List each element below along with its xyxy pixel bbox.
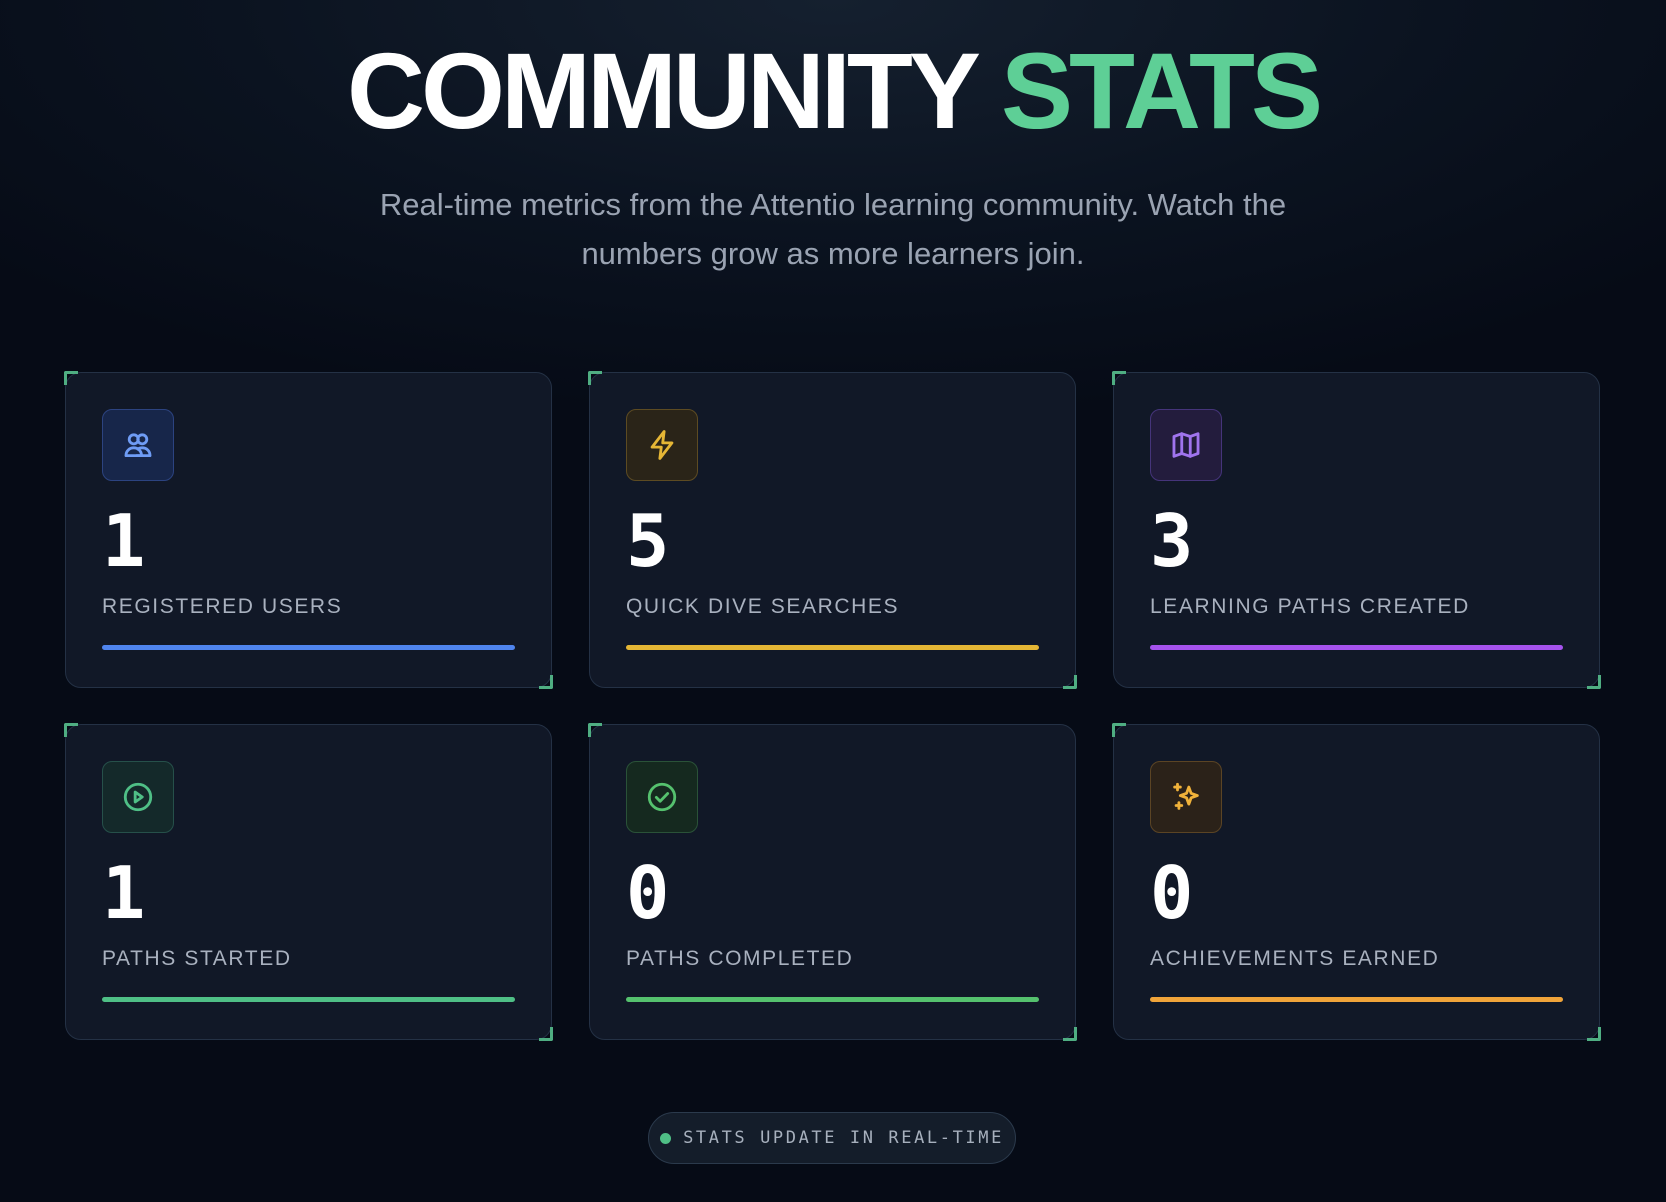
stat-value: 5 xyxy=(626,499,670,583)
stat-value: 1 xyxy=(102,851,146,935)
stat-value: 1 xyxy=(102,499,146,583)
card-corner-accent xyxy=(1587,1027,1601,1041)
stat-label: PATHS STARTED xyxy=(102,947,292,970)
stat-value: 0 xyxy=(626,851,670,935)
card-corner-accent xyxy=(64,723,78,737)
card-corner-accent xyxy=(1112,371,1126,385)
stat-accent-bar xyxy=(1150,997,1563,1002)
realtime-status-text: STATS UPDATE IN REAL-TIME xyxy=(683,1128,1004,1148)
title-stats: STATS xyxy=(1001,30,1323,151)
stat-label: REGISTERED USERS xyxy=(102,595,343,618)
card-corner-accent xyxy=(64,371,78,385)
card-corner-accent xyxy=(1063,1027,1077,1041)
page-title: COMMUNITY STATS xyxy=(0,26,1666,156)
stat-card-achievements-earned: 0 ACHIEVEMENTS EARNED xyxy=(1112,723,1601,1041)
card-corner-accent xyxy=(588,723,602,737)
card-corner-accent xyxy=(539,1027,553,1041)
stat-card-paths-completed: 0 PATHS COMPLETED xyxy=(588,723,1077,1041)
card-corner-accent xyxy=(1587,675,1601,689)
stat-card-paths-started: 1 PATHS STARTED xyxy=(64,723,553,1041)
stat-label: PATHS COMPLETED xyxy=(626,947,854,970)
play-circle-icon xyxy=(102,761,174,833)
users-icon xyxy=(102,409,174,481)
stat-accent-bar xyxy=(102,997,515,1002)
stat-accent-bar xyxy=(626,997,1039,1002)
lightning-icon xyxy=(626,409,698,481)
card-corner-accent xyxy=(588,371,602,385)
sparkles-icon xyxy=(1150,761,1222,833)
page-subtitle: Real-time metrics from the Attentio lear… xyxy=(379,187,1287,271)
stat-card-registered-users: 1 REGISTERED USERS xyxy=(64,371,553,689)
stat-value: 3 xyxy=(1150,499,1194,583)
stat-accent-bar xyxy=(1150,645,1563,650)
card-corner-accent xyxy=(1112,723,1126,737)
live-status-dot-icon xyxy=(660,1132,672,1144)
check-circle-icon xyxy=(626,761,698,833)
stat-card-quick-dive-searches: 5 QUICK DIVE SEARCHES xyxy=(588,371,1077,689)
stat-label: LEARNING PATHS CREATED xyxy=(1150,595,1470,618)
stat-value: 0 xyxy=(1150,851,1194,935)
stat-label: ACHIEVEMENTS EARNED xyxy=(1150,947,1440,970)
stat-accent-bar xyxy=(102,645,515,650)
card-corner-accent xyxy=(539,675,553,689)
map-icon xyxy=(1150,409,1222,481)
title-community: COMMUNITY xyxy=(347,30,979,151)
stat-label: QUICK DIVE SEARCHES xyxy=(626,595,900,618)
card-corner-accent xyxy=(1063,675,1077,689)
stat-card-learning-paths-created: 3 LEARNING PATHS CREATED xyxy=(1112,371,1601,689)
stat-accent-bar xyxy=(626,645,1039,650)
realtime-status-badge: STATS UPDATE IN REAL-TIME xyxy=(648,1112,1016,1164)
